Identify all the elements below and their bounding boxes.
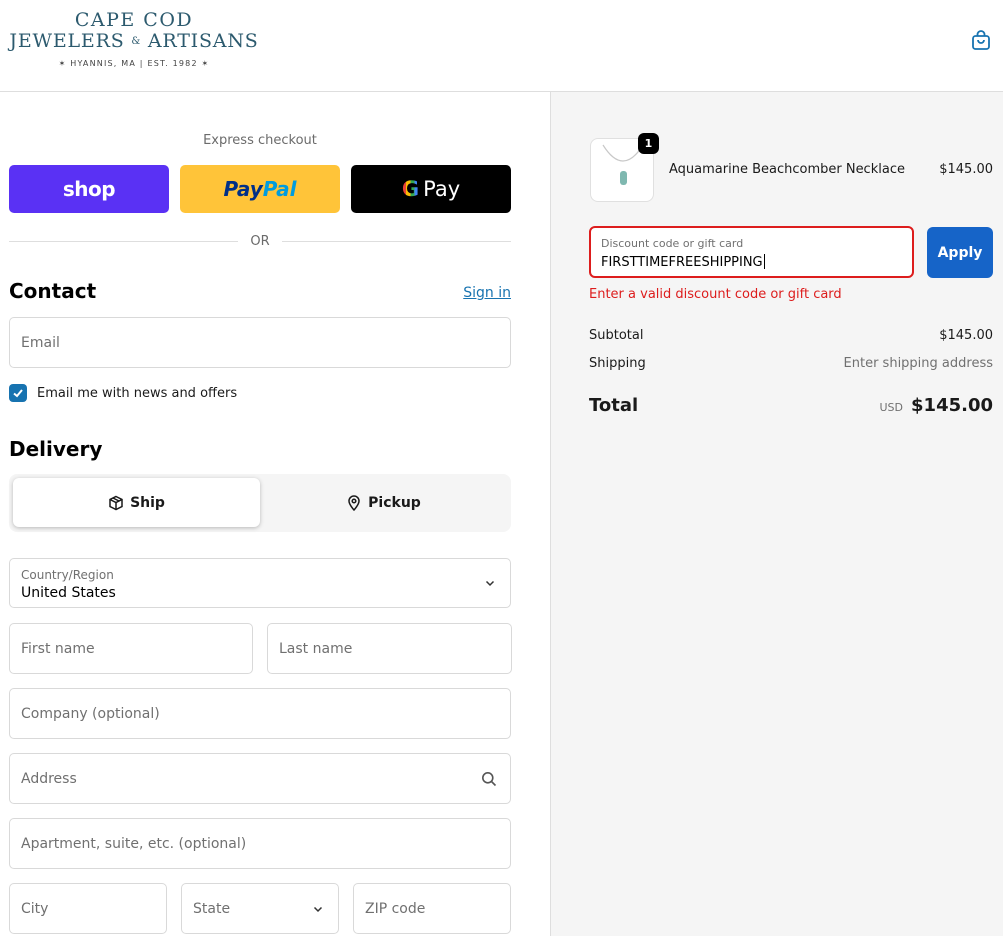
pickup-option[interactable]: Pickup: [260, 478, 507, 527]
zip-field[interactable]: ZIP code: [353, 883, 511, 934]
shopping-bag-icon[interactable]: [970, 29, 992, 51]
newsletter-row: Email me with news and offers: [9, 383, 237, 403]
apply-button[interactable]: Apply: [927, 227, 993, 278]
chevron-down-icon: [313, 906, 323, 912]
search-icon[interactable]: [481, 771, 497, 787]
ship-label: Ship: [130, 494, 165, 511]
package-icon: [109, 495, 123, 510]
contact-title: Contact: [9, 279, 97, 303]
currency-code: USD: [879, 401, 904, 414]
check-icon: [13, 389, 23, 398]
ship-option[interactable]: Ship: [13, 478, 260, 527]
discount-error: Enter a valid discount code or gift card: [589, 287, 842, 302]
total-value: $145.00: [911, 395, 993, 416]
google-g-icon: G: [401, 177, 420, 201]
shipping-value: Enter shipping address: [843, 356, 993, 371]
total-row: Total USD $145.00: [589, 395, 993, 416]
state-placeholder: State: [193, 900, 231, 917]
zip-placeholder: ZIP code: [365, 900, 426, 917]
newsletter-label: Email me with news and offers: [37, 385, 238, 401]
discount-value: FIRSTTIMEFREESHIPPING: [601, 254, 765, 270]
google-pay-label: Pay: [423, 177, 461, 201]
google-pay-button[interactable]: G Pay: [351, 165, 511, 213]
logo-word-jewelers: JEWELERS: [9, 30, 125, 52]
last-name-field[interactable]: Last name: [267, 623, 512, 674]
delivery-title: Delivery: [9, 437, 103, 461]
paypal-label-pal: Pal: [262, 177, 297, 201]
product-price: $145.00: [939, 162, 993, 177]
text-caret: [763, 254, 765, 269]
paypal-label-pay: Pay: [223, 177, 263, 201]
country-label: Country/Region: [21, 568, 114, 582]
address-placeholder: Address: [21, 770, 77, 787]
discount-label: Discount code or gift card: [601, 237, 744, 250]
apartment-placeholder: Apartment, suite, etc. (optional): [21, 835, 247, 852]
country-select[interactable]: Country/Region United States: [9, 558, 511, 608]
subtotal-label: Subtotal: [589, 328, 644, 343]
divider-line-left: [9, 240, 239, 242]
quantity-badge: 1: [638, 133, 659, 154]
location-pin-icon: [348, 494, 360, 511]
total-label: Total: [589, 395, 639, 416]
logo-ampersand: &: [131, 36, 142, 47]
company-placeholder: Company (optional): [21, 705, 160, 722]
email-field[interactable]: Email: [9, 317, 511, 368]
discount-text: FIRSTTIMEFREESHIPPING: [601, 255, 763, 270]
pickup-label: Pickup: [368, 494, 421, 511]
subtotal-row: Subtotal $145.00: [589, 328, 993, 343]
city-placeholder: City: [21, 900, 49, 917]
first-name-field[interactable]: First name: [9, 623, 253, 674]
address-field[interactable]: Address: [9, 753, 511, 804]
express-checkout-label: Express checkout: [203, 133, 317, 148]
delivery-method-toggle: Ship Pickup: [9, 474, 511, 532]
country-value: United States: [21, 585, 116, 601]
shop-pay-label: shop: [62, 177, 116, 201]
logo-line-1: CAPE COD: [74, 9, 194, 31]
logo-word-artisans: ARTISANS: [147, 30, 259, 52]
shipping-row: Shipping Enter shipping address: [589, 356, 993, 371]
order-summary-pane: [550, 92, 1003, 936]
email-placeholder: Email: [21, 334, 60, 351]
apartment-field[interactable]: Apartment, suite, etc. (optional): [9, 818, 511, 869]
sign-in-link[interactable]: Sign in: [440, 285, 511, 301]
logo-tagline: ✶ HYANNIS, MA | EST. 1982 ✶: [58, 59, 210, 68]
company-field[interactable]: Company (optional): [9, 688, 511, 739]
product-name: Aquamarine Beachcomber Necklace: [669, 162, 905, 177]
or-label: OR: [250, 233, 270, 249]
or-divider: OR: [9, 233, 512, 249]
site-header: CAPE COD JEWELERS & ARTISANS ✶ HYANNIS, …: [0, 0, 1003, 92]
shop-pay-button[interactable]: shop: [9, 165, 169, 213]
paypal-button[interactable]: Pay Pal: [180, 165, 340, 213]
divider-line-right: [281, 240, 512, 242]
shipping-label: Shipping: [589, 356, 646, 371]
newsletter-checkbox[interactable]: [9, 384, 27, 402]
state-select[interactable]: State: [181, 883, 339, 934]
logo-line-2: JEWELERS & ARTISANS: [9, 30, 259, 53]
subtotal-value: $145.00: [939, 328, 993, 343]
first-name-placeholder: First name: [21, 640, 95, 657]
total-amount-group: USD $145.00: [880, 395, 994, 416]
store-logo[interactable]: CAPE COD JEWELERS & ARTISANS ✶ HYANNIS, …: [9, 10, 259, 68]
discount-code-input[interactable]: Discount code or gift card FIRSTTIMEFREE…: [589, 226, 914, 278]
last-name-placeholder: Last name: [279, 640, 353, 657]
chevron-down-icon: [485, 580, 495, 587]
city-field[interactable]: City: [9, 883, 167, 934]
